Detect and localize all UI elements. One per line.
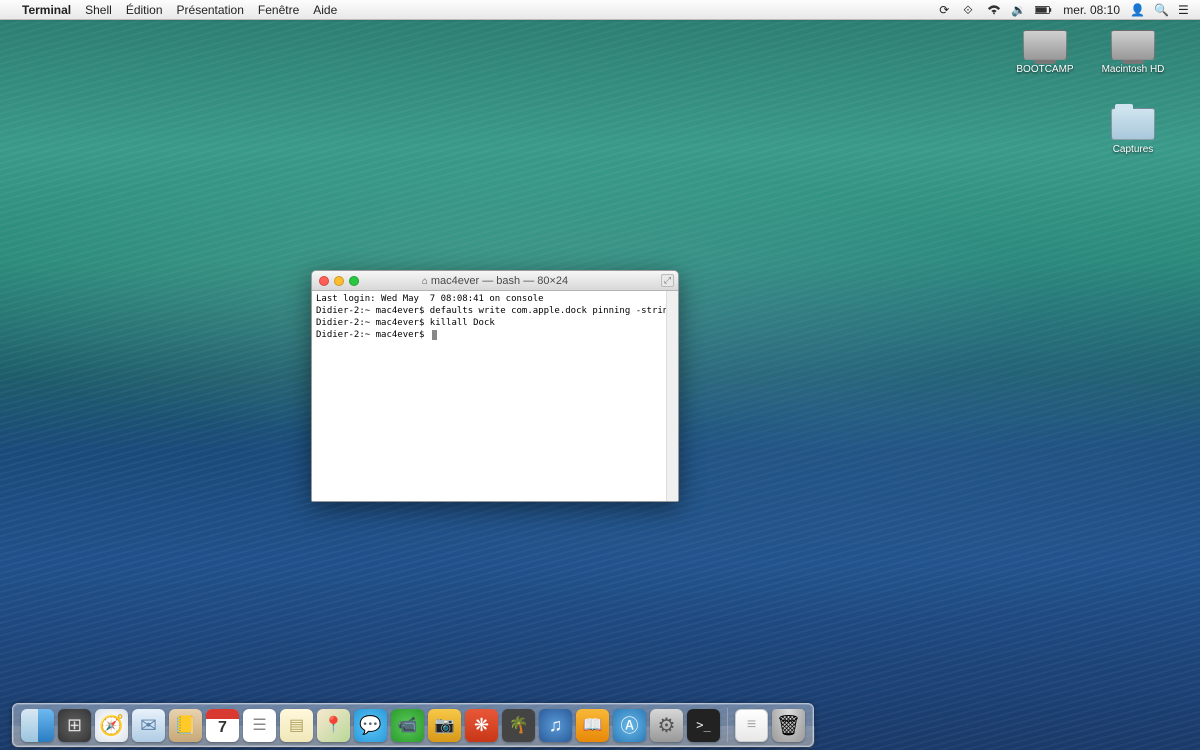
- home-icon: ⌂: [422, 276, 428, 287]
- dock-safari[interactable]: [95, 709, 128, 742]
- dock-document[interactable]: [735, 709, 768, 742]
- icon-label: BOOTCAMP: [1010, 64, 1080, 75]
- dock-ibooks[interactable]: [576, 709, 609, 742]
- menu-edit[interactable]: Édition: [126, 3, 163, 17]
- icon-label: Captures: [1098, 144, 1168, 155]
- zoom-button[interactable]: [349, 276, 359, 286]
- battery-icon[interactable]: [1035, 3, 1053, 17]
- wifi-icon[interactable]: [987, 3, 1001, 17]
- dock-contacts[interactable]: [169, 709, 202, 742]
- cursor: [432, 330, 437, 340]
- app-menu[interactable]: Terminal: [22, 3, 71, 17]
- dock-terminal[interactable]: [687, 709, 720, 742]
- close-button[interactable]: [319, 276, 329, 286]
- folder-icon: [1111, 108, 1155, 140]
- terminal-line: Didier-2:~ mac4ever$ defaults write com.…: [316, 306, 678, 316]
- icon-label: Macintosh HD: [1098, 64, 1168, 75]
- disk-bootcamp[interactable]: BOOTCAMP: [1010, 30, 1080, 75]
- disk-icon: [1111, 30, 1155, 60]
- menu-window[interactable]: Fenêtre: [258, 3, 299, 17]
- fullscreen-button[interactable]: ⤢: [661, 274, 674, 287]
- terminal-content[interactable]: Last login: Wed May 7 08:08:41 on consol…: [312, 291, 678, 501]
- menu-bar: Terminal Shell Édition Présentation Fenê…: [0, 0, 1200, 20]
- notification-center-icon[interactable]: ☰: [1178, 3, 1192, 17]
- dock-reeder[interactable]: [465, 709, 498, 742]
- terminal-line: Didier-2:~ mac4ever$ killall Dock: [316, 318, 495, 328]
- dock-launchpad[interactable]: [58, 709, 91, 742]
- dock-itunes[interactable]: [539, 709, 572, 742]
- dock-trash[interactable]: [772, 709, 805, 742]
- menu-shell[interactable]: Shell: [85, 3, 112, 17]
- dock-iphoto[interactable]: [502, 709, 535, 742]
- bluetooth-icon[interactable]: ⟐: [963, 3, 977, 17]
- terminal-window[interactable]: ⌂mac4ever — bash — 80×24 ⤢ Last login: W…: [311, 270, 679, 502]
- disk-macintosh-hd[interactable]: Macintosh HD: [1098, 30, 1168, 75]
- dock-finder[interactable]: [21, 709, 54, 742]
- dock-separator: [727, 708, 728, 742]
- dock-system-preferences[interactable]: [650, 709, 683, 742]
- volume-icon[interactable]: 🔉: [1011, 3, 1025, 17]
- dock-notes[interactable]: [280, 709, 313, 742]
- terminal-line: Last login: Wed May 7 08:08:41 on consol…: [316, 294, 544, 304]
- folder-captures[interactable]: Captures: [1098, 108, 1168, 155]
- dock-appstore[interactable]: [613, 709, 646, 742]
- menu-help[interactable]: Aide: [313, 3, 337, 17]
- user-icon[interactable]: 👤: [1130, 3, 1144, 17]
- dock-photobooth[interactable]: [428, 709, 461, 742]
- sync-icon[interactable]: ⟳: [939, 3, 953, 17]
- dock-reminders[interactable]: [243, 709, 276, 742]
- dock-mail[interactable]: [132, 709, 165, 742]
- clock[interactable]: mer. 08:10: [1063, 3, 1120, 17]
- dock-facetime[interactable]: [391, 709, 424, 742]
- window-titlebar[interactable]: ⌂mac4ever — bash — 80×24 ⤢: [312, 271, 678, 291]
- spotlight-icon[interactable]: 🔍: [1154, 3, 1168, 17]
- menu-view[interactable]: Présentation: [177, 3, 244, 17]
- scrollbar[interactable]: [666, 291, 678, 501]
- terminal-prompt: Didier-2:~ mac4ever$: [316, 330, 430, 340]
- dock-maps[interactable]: [317, 709, 350, 742]
- dock-messages[interactable]: [354, 709, 387, 742]
- window-title: ⌂mac4ever — bash — 80×24: [312, 275, 678, 287]
- dock-calendar[interactable]: [206, 709, 239, 742]
- disk-icon: [1023, 30, 1067, 60]
- dock: [12, 703, 814, 747]
- minimize-button[interactable]: [334, 276, 344, 286]
